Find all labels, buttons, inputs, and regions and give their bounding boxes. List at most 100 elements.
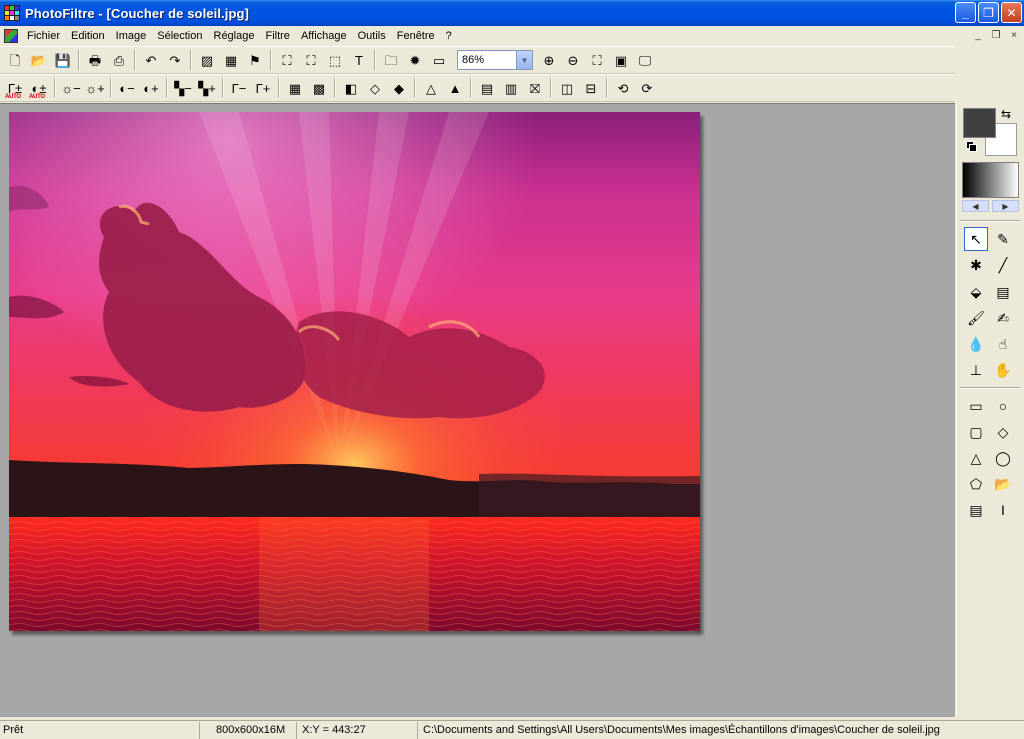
fullscreen-button[interactable]: 🖵 xyxy=(633,49,657,71)
text-button[interactable]: T xyxy=(347,49,371,71)
gamma-minus-button[interactable]: Γ− xyxy=(227,77,251,99)
auto-levels-button[interactable]: Γ± AUTO xyxy=(3,77,27,101)
zoom-value: 86% xyxy=(462,54,485,66)
auto-contrast-button[interactable]: ◐± AUTO xyxy=(27,77,51,101)
clone-stamp-tool-icon[interactable]: ⊥ xyxy=(964,358,988,382)
advanced-brush-tool-icon[interactable]: ✍ xyxy=(991,306,1015,330)
color-grid-button[interactable]: ▦ xyxy=(219,49,243,71)
reset-colors-icon[interactable] xyxy=(966,141,977,152)
rotate-right-button[interactable]: ⟳ xyxy=(635,77,659,99)
line-tool-icon[interactable]: ╱ xyxy=(991,253,1015,277)
hand-tool-icon[interactable]: ✋ xyxy=(991,358,1015,382)
title-bar[interactable]: PhotoFiltre - [Coucher de soleil.jpg] _ … xyxy=(0,0,1024,26)
saturation-plus-button[interactable]: ▚+ xyxy=(195,77,219,99)
minimize-button[interactable]: _ xyxy=(955,2,976,23)
menu-item-4[interactable]: Réglage xyxy=(209,30,261,42)
mirror-button[interactable]: ◫ xyxy=(555,77,579,99)
menu-item-7[interactable]: Outils xyxy=(353,30,392,42)
blur-button[interactable]: ◇ xyxy=(363,77,387,99)
contrast-minus-button[interactable]: ◐− xyxy=(115,77,139,99)
zoom-in-button[interactable]: ⊕ xyxy=(537,49,561,71)
color-balance-button[interactable]: ▥ xyxy=(499,77,523,99)
fill-bucket-tool-icon[interactable]: ⬙ xyxy=(964,280,988,304)
fit-window-button[interactable]: ⛶ xyxy=(585,49,609,71)
effect-runner-button[interactable]: ⚑ xyxy=(243,49,267,71)
pixelate-button[interactable]: ▦ xyxy=(283,77,307,99)
photofiltre-logo-icon[interactable] xyxy=(4,5,20,21)
frame-button[interactable]: ⛝ xyxy=(523,77,547,99)
print-button[interactable]: 🖶 xyxy=(83,49,107,71)
rotate-left-button[interactable]: ⟲ xyxy=(611,77,635,99)
brightness-plus-button[interactable]: ☼+ xyxy=(83,77,107,99)
new-document-button[interactable]: 🗋 xyxy=(3,49,27,71)
menu-item-5[interactable]: Filtre xyxy=(260,30,295,42)
lasso-shape-icon[interactable]: ◯ xyxy=(991,446,1015,470)
undo-button[interactable]: ↶ xyxy=(139,49,163,71)
flip-button[interactable]: ⊟ xyxy=(579,77,603,99)
saturation-minus-icon: ▚− xyxy=(174,80,192,96)
sharpen-button[interactable]: △ xyxy=(419,77,443,99)
workspace[interactable] xyxy=(0,103,955,717)
menu-item-9[interactable]: ? xyxy=(441,30,458,42)
gradient-prev-button[interactable]: ◀ xyxy=(962,200,989,212)
menu-item-8[interactable]: Fenêtre xyxy=(392,30,441,42)
zoom-select[interactable]: 86% ▼ xyxy=(457,50,533,70)
foreground-color-swatch[interactable] xyxy=(963,108,996,138)
menu-item-2[interactable]: Image xyxy=(111,30,153,42)
redo-button[interactable]: ↷ xyxy=(163,49,187,71)
selection-button[interactable]: ⬚ xyxy=(323,49,347,71)
grayscale-button[interactable]: ◧ xyxy=(339,77,363,99)
text-cursor-icon[interactable]: I xyxy=(991,498,1015,522)
contrast-plus-button[interactable]: ◐+ xyxy=(139,77,163,99)
actual-size-button[interactable]: ▣ xyxy=(609,49,633,71)
plugin-button[interactable]: ✹ xyxy=(403,49,427,71)
gradient-swatch[interactable] xyxy=(962,162,1019,198)
blur-drop-tool-icon[interactable]: 💧 xyxy=(964,332,988,356)
pointer-tool-icon[interactable]: ↖ xyxy=(964,227,988,251)
diamond-shape-icon[interactable]: ◇ xyxy=(991,420,1015,444)
menu-item-0[interactable]: Fichier xyxy=(22,30,66,42)
gradient-next-button[interactable]: ▶ xyxy=(992,200,1019,212)
mdi-close-button[interactable]: × xyxy=(1006,28,1022,42)
image-canvas[interactable] xyxy=(9,112,700,631)
menu-item-3[interactable]: Sélection xyxy=(152,30,208,42)
rectangle-shape-icon[interactable]: ▭ xyxy=(964,394,988,418)
gradient-fill-button[interactable]: ▤ xyxy=(475,77,499,99)
canvas-size-button[interactable]: ⛶ xyxy=(299,49,323,71)
triangle-shape-icon[interactable]: △ xyxy=(964,446,988,470)
blur-more-button[interactable]: ◆ xyxy=(387,77,411,99)
smudge-tool-icon[interactable]: ☝ xyxy=(991,332,1015,356)
spray-tool-icon[interactable]: ▤ xyxy=(991,280,1015,304)
window-button[interactable]: ▭ xyxy=(427,49,451,71)
scan-button[interactable]: ⎙ xyxy=(107,49,131,71)
saturation-minus-button[interactable]: ▚− xyxy=(171,77,195,99)
zoom-out-button[interactable]: ⊖ xyxy=(561,49,585,71)
swap-colors-icon[interactable]: ⇆ xyxy=(1001,107,1011,121)
brush-tool-icon[interactable]: 🖌 xyxy=(964,306,988,330)
open-folder-button[interactable]: 📂 xyxy=(27,49,51,71)
file-path: C:\Documents and Settings\All Users\Docu… xyxy=(423,724,940,736)
fill-gray-button[interactable]: ▨ xyxy=(195,49,219,71)
mdi-minimize-button[interactable]: _ xyxy=(970,28,986,42)
selection-options-icon[interactable]: ▤ xyxy=(964,498,988,522)
image-size-button[interactable]: ⛶ xyxy=(275,49,299,71)
open-shape-icon[interactable]: 📂 xyxy=(991,472,1015,496)
polygon-shape-icon[interactable]: ⬠ xyxy=(964,472,988,496)
chevron-down-icon[interactable]: ▼ xyxy=(516,51,532,69)
maximize-button[interactable]: ❐ xyxy=(978,2,999,23)
gamma-plus-button[interactable]: Γ+ xyxy=(251,77,275,99)
eyedropper-tool-icon[interactable]: ✎ xyxy=(991,227,1015,251)
rounded-rect-shape-icon[interactable]: ▢ xyxy=(964,420,988,444)
explorer-button[interactable]: 🗀 xyxy=(379,49,403,71)
close-button[interactable]: ✕ xyxy=(1001,2,1022,23)
menu-item-6[interactable]: Affichage xyxy=(296,30,353,42)
document-menu-icon[interactable] xyxy=(4,28,18,43)
mdi-restore-button[interactable]: ❐ xyxy=(988,28,1004,42)
menu-item-1[interactable]: Edition xyxy=(66,30,111,42)
magic-wand-tool-icon[interactable]: ✱ xyxy=(964,253,988,277)
ellipse-shape-icon[interactable]: ○ xyxy=(991,394,1015,418)
sharpen-more-button[interactable]: ▲ xyxy=(443,77,467,99)
mosaic-button[interactable]: ▩ xyxy=(307,77,331,99)
brightness-minus-button[interactable]: ☼− xyxy=(59,77,83,99)
save-disk-button[interactable]: 💾 xyxy=(51,49,75,71)
